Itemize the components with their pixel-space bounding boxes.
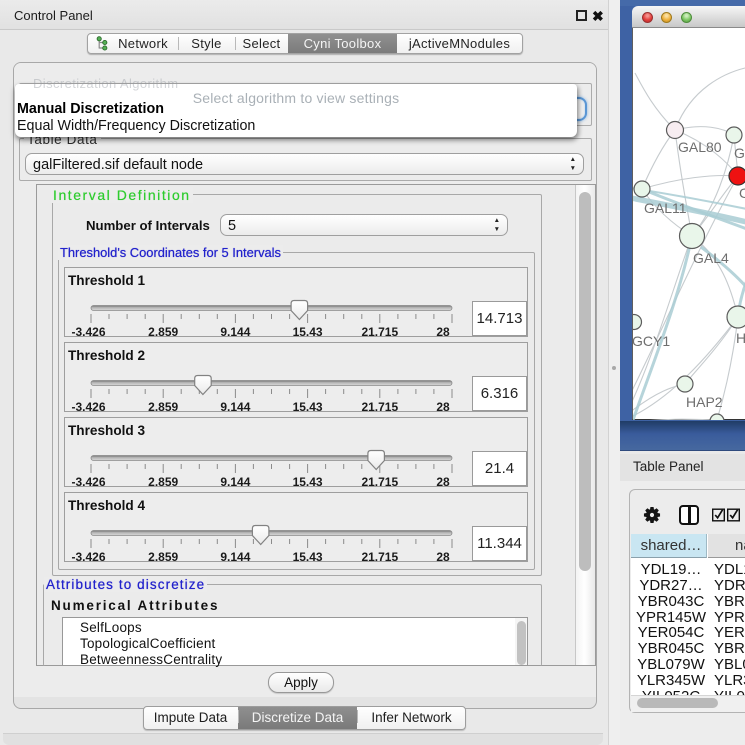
svg-text:21.715: 21.715	[361, 475, 398, 488]
svg-text:15.43: 15.43	[293, 475, 323, 488]
svg-text:HAP2: HAP2	[686, 394, 723, 410]
svg-text:21.715: 21.715	[361, 400, 398, 413]
svg-text:GAL: GAL	[734, 145, 745, 161]
svg-text:28: 28	[436, 550, 450, 563]
svg-text:9.144: 9.144	[220, 400, 250, 413]
svg-text:9.144: 9.144	[220, 475, 250, 488]
svg-text:2.859: 2.859	[148, 475, 178, 488]
svg-text:-3.426: -3.426	[71, 475, 105, 488]
svg-text:21.715: 21.715	[361, 325, 398, 338]
svg-text:9.144: 9.144	[220, 550, 250, 563]
svg-text:-3.426: -3.426	[71, 400, 105, 413]
svg-text:GAL11: GAL11	[644, 200, 687, 216]
svg-text:-3.426: -3.426	[71, 550, 105, 563]
svg-text:GAL80: GAL80	[678, 139, 722, 155]
svg-text:15.43: 15.43	[293, 325, 323, 338]
svg-text:15.43: 15.43	[293, 550, 323, 563]
svg-text:2.859: 2.859	[148, 400, 178, 413]
svg-text:2.859: 2.859	[148, 325, 178, 338]
svg-text:28: 28	[436, 325, 450, 338]
svg-text:28: 28	[436, 400, 450, 413]
svg-text:21.715: 21.715	[361, 550, 398, 563]
svg-text:CY: CY	[739, 185, 745, 201]
svg-text:-3.426: -3.426	[71, 325, 105, 338]
svg-text:9.144: 9.144	[220, 325, 250, 338]
svg-text:15.43: 15.43	[293, 400, 323, 413]
svg-text:GAL4: GAL4	[693, 250, 729, 266]
svg-text:2.859: 2.859	[148, 550, 178, 563]
svg-text:28: 28	[436, 475, 450, 488]
svg-text:HI: HI	[736, 330, 745, 346]
svg-text:GCY1: GCY1	[633, 333, 670, 349]
